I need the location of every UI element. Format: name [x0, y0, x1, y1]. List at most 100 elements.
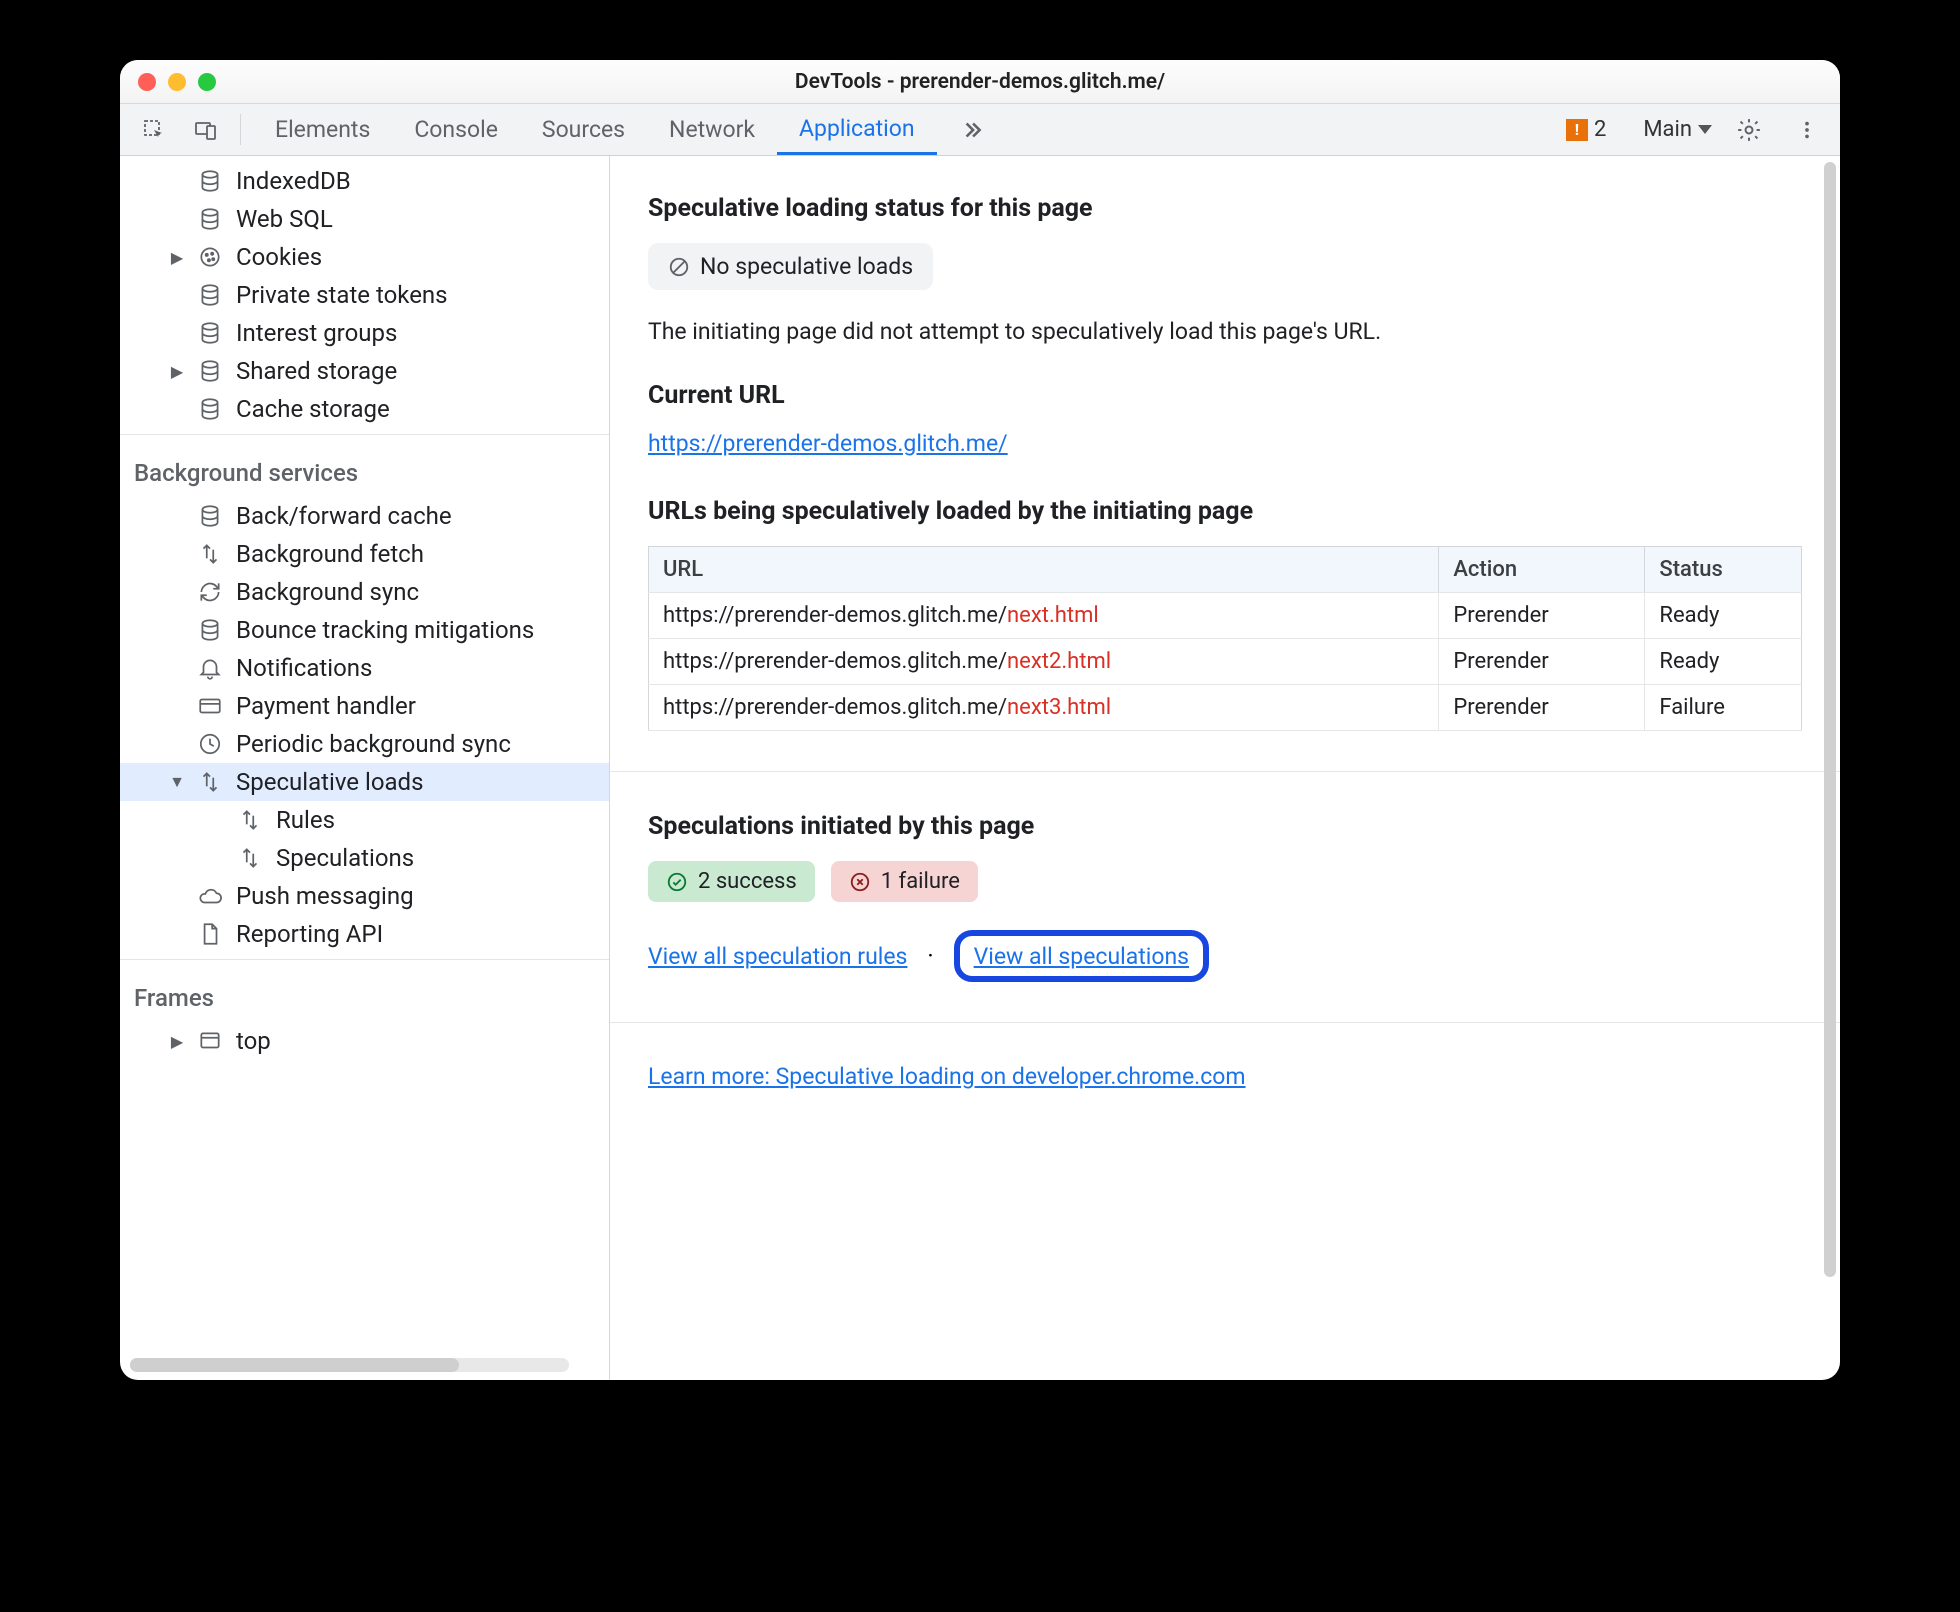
sidebar-item-label: Web SQL	[236, 205, 333, 233]
sidebar-item-bounce-tracking-mitigations[interactable]: ▶Bounce tracking mitigations	[120, 611, 609, 649]
cell-url: https://prerender-demos.glitch.me/next2.…	[649, 639, 1439, 685]
sidebar-item-label: Back/forward cache	[236, 502, 452, 530]
close-window[interactable]	[138, 73, 156, 91]
speculative-urls-table: URLActionStatus https://prerender-demos.…	[648, 546, 1802, 731]
sidebar-item-payment-handler[interactable]: ▶Payment handler	[120, 687, 609, 725]
sidebar-item-rules[interactable]: ▶Rules	[120, 801, 609, 839]
sidebar-item-label: Cache storage	[236, 395, 390, 423]
sidebar-item-speculative-loads[interactable]: ▼ Speculative loads	[120, 763, 609, 801]
device-toggle-icon[interactable]	[184, 104, 228, 155]
sidebar-item-periodic-background-sync[interactable]: ▶Periodic background sync	[120, 725, 609, 763]
clock-icon	[196, 730, 224, 758]
issues-counter[interactable]: ! 2	[1566, 117, 1606, 142]
arrow-down-icon[interactable]: ▼	[170, 772, 184, 792]
sidebar-item-web-sql[interactable]: ▶Web SQL	[120, 200, 609, 238]
sidebar-item-label: Speculative loads	[236, 768, 423, 796]
sidebar-item-label: Speculations	[276, 844, 414, 872]
bell-icon	[196, 654, 224, 682]
application-sidebar[interactable]: ▶IndexedDB▶Web SQL▶Cookies▶Private state…	[120, 156, 610, 1380]
cell-url: https://prerender-demos.glitch.me/next3.…	[649, 685, 1439, 731]
sidebar-item-private-state-tokens[interactable]: ▶Private state tokens	[120, 276, 609, 314]
sidebar-item-label: Payment handler	[236, 692, 416, 720]
tab-application[interactable]: Application	[777, 104, 937, 155]
col-status[interactable]: Status	[1645, 547, 1802, 593]
col-action[interactable]: Action	[1439, 547, 1645, 593]
main-scrollbar[interactable]	[1824, 162, 1836, 1374]
sidebar-item-background-sync[interactable]: ▶Background sync	[120, 573, 609, 611]
learn-more-link[interactable]: Learn more: Speculative loading on devel…	[648, 1063, 1246, 1090]
db-icon	[196, 167, 224, 195]
col-url[interactable]: URL	[649, 547, 1439, 593]
sidebar-item-cookies[interactable]: ▶ Cookies	[120, 238, 609, 276]
arrow-right-icon[interactable]: ▶	[170, 248, 184, 267]
status-pill: No speculative loads	[648, 243, 933, 290]
db-icon	[196, 205, 224, 233]
main-content[interactable]: Speculative loading status for this page…	[610, 156, 1840, 1380]
minimize-window[interactable]	[168, 73, 186, 91]
sidebar-item-shared-storage[interactable]: ▶Shared storage	[120, 352, 609, 390]
sidebar-item-label: Periodic background sync	[236, 730, 511, 758]
sidebar-item-label: Background sync	[236, 578, 419, 606]
arrow-right-icon[interactable]: ▶	[170, 362, 184, 381]
dot-separator: ·	[927, 942, 933, 970]
tab-elements[interactable]: Elements	[253, 104, 392, 155]
view-speculations-link[interactable]: View all speculations	[974, 943, 1189, 970]
table-row[interactable]: https://prerender-demos.glitch.me/next.h…	[649, 593, 1802, 639]
tab-network[interactable]: Network	[647, 104, 777, 155]
loaded-heading: URLs being speculatively loaded by the i…	[648, 497, 1802, 526]
sidebar-item-indexeddb[interactable]: ▶IndexedDB	[120, 162, 609, 200]
panel-body: ▶IndexedDB▶Web SQL▶Cookies▶Private state…	[120, 156, 1840, 1380]
db-icon	[196, 395, 224, 423]
check-circle-icon	[666, 871, 688, 893]
sidebar-item-push-messaging[interactable]: ▶Push messaging	[120, 877, 609, 915]
x-circle-icon	[849, 871, 871, 893]
zoom-window[interactable]	[198, 73, 216, 91]
current-url-heading: Current URL	[648, 381, 1802, 410]
view-links-row: View all speculation rules · View all sp…	[648, 930, 1802, 982]
sidebar-item-interest-groups[interactable]: ▶Interest groups	[120, 314, 609, 352]
sidebar-item-notifications[interactable]: ▶Notifications	[120, 649, 609, 687]
updown-icon	[236, 806, 264, 834]
cell-action: Prerender	[1439, 639, 1645, 685]
bg-services-label: Background services	[120, 441, 609, 497]
inspect-icon[interactable]	[132, 104, 176, 155]
sidebar-item-top[interactable]: ▶top	[120, 1022, 609, 1060]
target-selector[interactable]: Main	[1643, 117, 1712, 142]
updown-icon	[196, 540, 224, 568]
sidebar-item-back-forward-cache[interactable]: ▶Back/forward cache	[120, 497, 609, 535]
kebab-menu-icon[interactable]	[1786, 119, 1828, 141]
tab-sources[interactable]: Sources	[520, 104, 647, 155]
cell-status: Failure	[1645, 685, 1802, 731]
sidebar-hscrollbar[interactable]	[130, 1358, 569, 1372]
window-title: DevTools - prerender-demos.glitch.me/	[120, 70, 1840, 94]
sidebar-item-label: Cookies	[236, 243, 322, 271]
success-badge: 2 success	[648, 861, 815, 902]
warning-badge-icon: !	[1566, 119, 1588, 141]
db-icon	[196, 357, 224, 385]
highlighted-link-ring: View all speculations	[954, 930, 1209, 982]
sidebar-item-label: Private state tokens	[236, 281, 448, 309]
table-row[interactable]: https://prerender-demos.glitch.me/next3.…	[649, 685, 1802, 731]
sidebar-item-label: Interest groups	[236, 319, 397, 347]
arrow-right-icon[interactable]: ▶	[170, 1032, 184, 1051]
view-rules-link[interactable]: View all speculation rules	[648, 943, 907, 970]
cell-status: Ready	[1645, 593, 1802, 639]
current-url-link[interactable]: https://prerender-demos.glitch.me/	[648, 430, 1008, 457]
card-icon	[196, 692, 224, 720]
table-row[interactable]: https://prerender-demos.glitch.me/next2.…	[649, 639, 1802, 685]
sidebar-item-cache-storage[interactable]: ▶Cache storage	[120, 390, 609, 428]
sidebar-item-background-fetch[interactable]: ▶Background fetch	[120, 535, 609, 573]
issues-count: 2	[1594, 117, 1606, 142]
sidebar-item-speculations[interactable]: ▶Speculations	[120, 839, 609, 877]
more-tabs-icon[interactable]	[937, 104, 1007, 155]
cell-action: Prerender	[1439, 685, 1645, 731]
tab-console[interactable]: Console	[392, 104, 520, 155]
initiated-heading: Speculations initiated by this page	[648, 812, 1802, 841]
doc-icon	[196, 920, 224, 948]
chevron-down-icon	[1698, 125, 1712, 134]
settings-icon[interactable]	[1726, 117, 1772, 143]
sidebar-item-label: Bounce tracking mitigations	[236, 616, 534, 644]
sidebar-item-label: Reporting API	[236, 920, 383, 948]
cell-status: Ready	[1645, 639, 1802, 685]
sidebar-item-reporting-api[interactable]: ▶Reporting API	[120, 915, 609, 953]
